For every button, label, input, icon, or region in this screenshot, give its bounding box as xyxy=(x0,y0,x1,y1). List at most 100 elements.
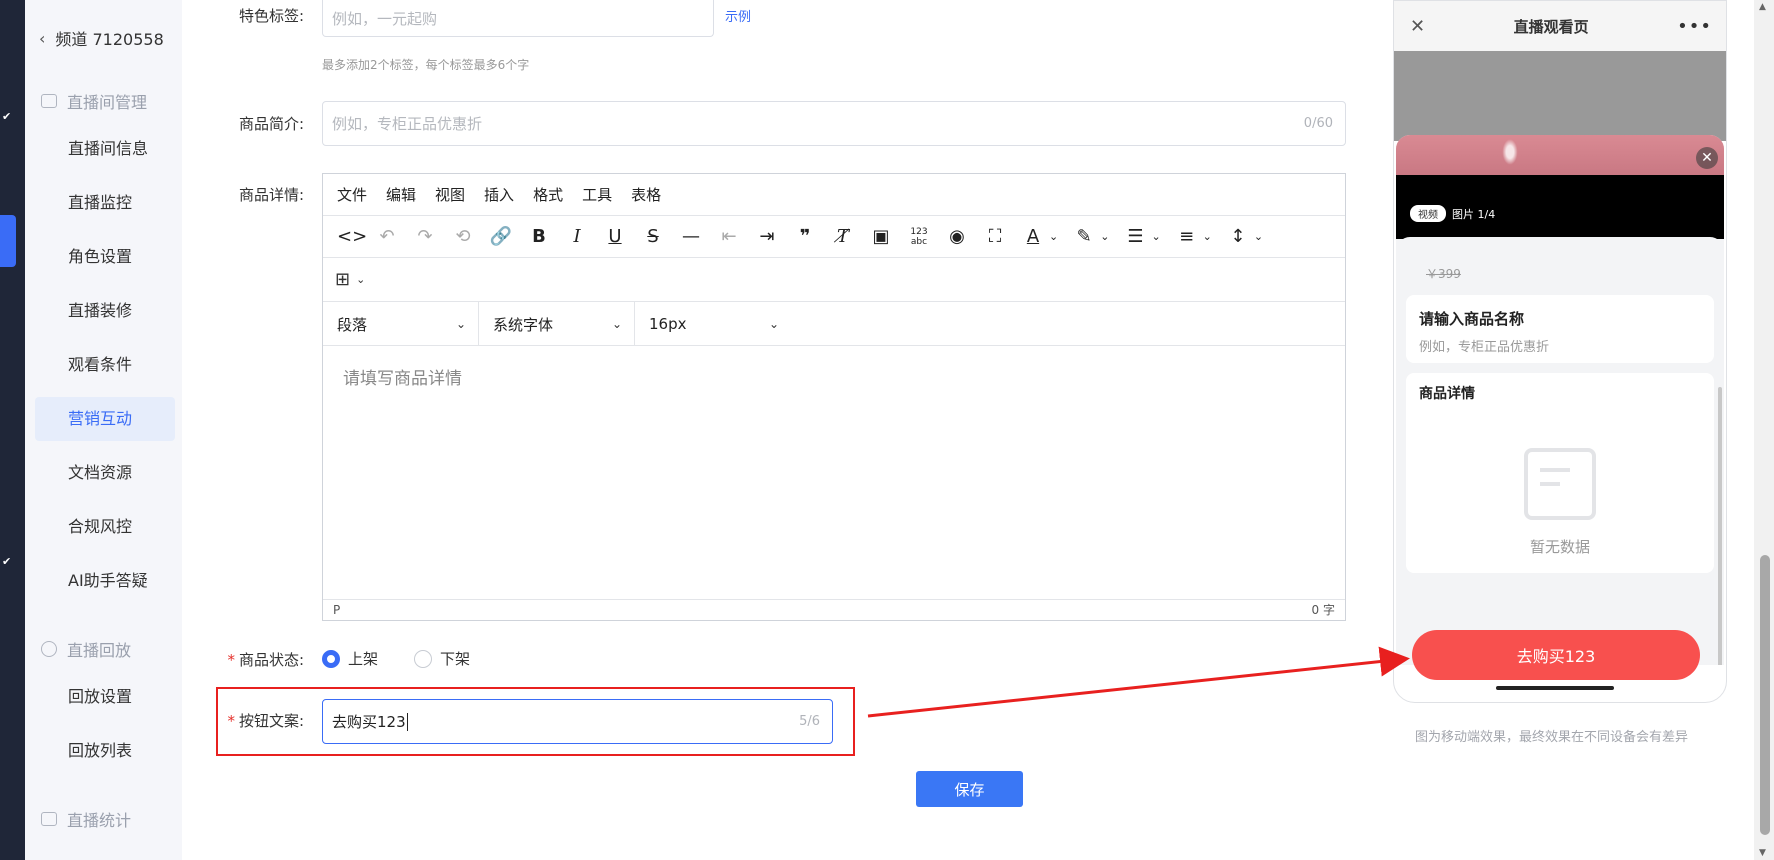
button-text-label-text: 按钮文案: xyxy=(238,712,304,730)
redo-icon[interactable]: ↷ xyxy=(413,225,437,249)
chevron-down-icon[interactable]: ⌄ xyxy=(1203,230,1212,243)
chevron-down-icon[interactable]: ⌄ xyxy=(1254,230,1263,243)
underline-icon[interactable]: U xyxy=(603,225,627,249)
buy-button-preview[interactable]: 去购买123 xyxy=(1412,630,1700,680)
menu-insert[interactable]: 插入 xyxy=(484,184,514,205)
horizontal-rule-icon[interactable]: — xyxy=(679,225,703,249)
radio-unchecked-icon xyxy=(414,649,432,668)
scroll-down-icon[interactable]: ▼ xyxy=(1759,848,1766,858)
menu-format[interactable]: 格式 xyxy=(533,184,563,205)
menu-table[interactable]: 表格 xyxy=(631,184,661,205)
phone-title: 直播观看页 xyxy=(1513,17,1589,36)
sidebar-item-monitor[interactable]: 直播监控 xyxy=(35,181,175,225)
spellcheck-icon[interactable]: 123 abc xyxy=(907,227,931,247)
preview-eye-icon[interactable]: ◉ xyxy=(945,225,969,249)
feature-tags-hint: 最多添加2个标签，每个标签最多6个字 xyxy=(322,58,530,72)
line-height-icon[interactable]: ↕ xyxy=(1226,225,1250,249)
status-on-radio[interactable]: 上架 xyxy=(322,648,378,669)
source-code-icon[interactable]: <> xyxy=(337,225,367,249)
phone-frame: ✕ 直播观看页 ••• ✕ 视频 图片 1/4 ￥399 请输入商品名称 例如，… xyxy=(1393,0,1727,703)
close-icon[interactable]: ✕ xyxy=(1410,16,1425,37)
table-icon[interactable]: ⊞ xyxy=(335,269,350,290)
text-caret xyxy=(406,712,408,731)
element-path: P xyxy=(333,602,341,617)
menu-view[interactable]: 视图 xyxy=(435,184,465,205)
sidebar-group-stats[interactable]: 直播统计 xyxy=(41,807,131,831)
sidebar-item-roles[interactable]: 角色设置 xyxy=(35,235,175,279)
playback-icon xyxy=(41,641,57,657)
sidebar-group-playback[interactable]: 直播回放 xyxy=(41,637,131,661)
numbered-list-icon[interactable]: ≡ xyxy=(1175,225,1199,249)
sidebar: ‹ 频道 7120558 直播间管理 直播间信息 直播监控 角色设置 直播装修 … xyxy=(25,0,182,860)
indent-icon[interactable]: ⇥ xyxy=(755,225,779,249)
sidebar-item-compliance[interactable]: 合规风控 xyxy=(35,505,175,549)
menu-edit[interactable]: 编辑 xyxy=(386,184,416,205)
chevron-down-icon: ⌄ xyxy=(768,317,779,331)
sidebar-item-decoration[interactable]: 直播装修 xyxy=(35,289,175,333)
link-icon[interactable]: 🔗 xyxy=(489,225,513,249)
bullet-list-icon[interactable]: ☰ xyxy=(1123,225,1147,249)
image-icon[interactable]: ▣ xyxy=(869,225,893,249)
chevron-down-icon[interactable]: ⌄ xyxy=(1100,230,1109,243)
intro-label: 商品简介: xyxy=(238,115,304,133)
product-body: ￥399 请输入商品名称 例如，专柜正品优惠折 商品详情 暂无数据 xyxy=(1396,237,1724,665)
font-size-select[interactable]: 16px ⌄ xyxy=(635,302,791,346)
status-label: * 商品状态: xyxy=(220,649,304,670)
sheet-close-icon[interactable]: ✕ xyxy=(1696,147,1718,169)
product-detail-title: 商品详情 xyxy=(1419,386,1475,402)
menu-tools[interactable]: 工具 xyxy=(582,184,612,205)
save-button[interactable]: 保存 xyxy=(916,771,1023,807)
clear-format-icon[interactable]: T̸ xyxy=(831,225,855,249)
italic-icon[interactable]: I xyxy=(565,225,589,249)
feature-tags-input[interactable]: 例如，一元起购 xyxy=(322,0,714,37)
required-mark: * xyxy=(227,651,235,669)
block-format-select[interactable]: 段落 ⌄ xyxy=(323,302,479,346)
button-text-input[interactable]: 去购买123 5/6 xyxy=(322,699,833,744)
page-scrollbar[interactable]: ▲ ▼ xyxy=(1754,0,1774,860)
channel-back-button[interactable]: ‹ 频道 7120558 xyxy=(39,26,164,50)
sidebar-item-ai-assistant[interactable]: AI助手答疑 xyxy=(35,559,175,603)
chevron-left-icon: ‹ xyxy=(39,28,46,48)
chevron-down-icon[interactable]: ⌄ xyxy=(1151,230,1160,243)
status-off-label: 下架 xyxy=(440,650,471,668)
sidebar-item-marketing[interactable]: 营销互动 xyxy=(35,397,175,441)
video-tag[interactable]: 视频 xyxy=(1410,205,1446,222)
history-icon[interactable]: ⟲ xyxy=(451,225,475,249)
check-icon: ✔ xyxy=(2,110,12,123)
feature-tags-label: 特色标签: xyxy=(238,7,304,25)
sidebar-group-label: 直播间管理 xyxy=(67,93,148,112)
block-format-value: 段落 xyxy=(337,315,368,334)
status-off-radio[interactable]: 下架 xyxy=(414,648,470,669)
sidebar-item-room-info[interactable]: 直播间信息 xyxy=(35,127,175,171)
highlight-color-icon[interactable]: ✎ xyxy=(1072,225,1096,249)
sidebar-item-playback-settings[interactable]: 回放设置 xyxy=(35,675,175,719)
sheet-scrollbar[interactable] xyxy=(1718,387,1722,665)
blockquote-icon[interactable]: ❞ xyxy=(793,225,817,249)
more-icon[interactable]: ••• xyxy=(1677,16,1712,37)
chevron-down-icon[interactable]: ⌄ xyxy=(356,273,365,286)
product-sheet: ✕ 视频 图片 1/4 ￥399 请输入商品名称 例如，专柜正品优惠折 商品详情… xyxy=(1396,135,1724,665)
intro-input[interactable]: 例如，专柜正品优惠折 0/60 xyxy=(322,101,1346,146)
fullscreen-icon[interactable]: ⛶ xyxy=(983,225,1007,249)
text-color-icon[interactable]: A xyxy=(1021,225,1045,249)
scroll-up-icon[interactable]: ▲ xyxy=(1759,2,1766,12)
product-name-card: 请输入商品名称 例如，专柜正品优惠折 xyxy=(1406,295,1714,363)
status-on-label: 上架 xyxy=(348,650,379,668)
editor-statusbar: P 0 字 xyxy=(323,599,1345,619)
scrollbar-thumb[interactable] xyxy=(1760,555,1770,835)
button-text-value: 去购买123 xyxy=(332,713,406,731)
sidebar-item-watch-conditions[interactable]: 观看条件 xyxy=(35,343,175,387)
sidebar-item-playback-list[interactable]: 回放列表 xyxy=(35,729,175,773)
sidebar-group-live-manage[interactable]: 直播间管理 xyxy=(41,89,147,113)
intro-counter: 0/60 xyxy=(1303,116,1333,131)
sidebar-item-documents[interactable]: 文档资源 xyxy=(35,451,175,495)
chevron-down-icon[interactable]: ⌄ xyxy=(1049,230,1058,243)
undo-icon[interactable]: ↶ xyxy=(375,225,399,249)
bold-icon[interactable]: B xyxy=(527,225,551,249)
outdent-icon[interactable]: ⇤ xyxy=(717,225,741,249)
menu-file[interactable]: 文件 xyxy=(337,184,367,205)
strikethrough-icon[interactable]: S xyxy=(641,225,665,249)
editor-content-area[interactable]: 请填写商品详情 xyxy=(323,346,1345,599)
font-family-select[interactable]: 系统字体 ⌄ xyxy=(479,302,635,346)
example-link[interactable]: 示例 xyxy=(725,6,751,25)
